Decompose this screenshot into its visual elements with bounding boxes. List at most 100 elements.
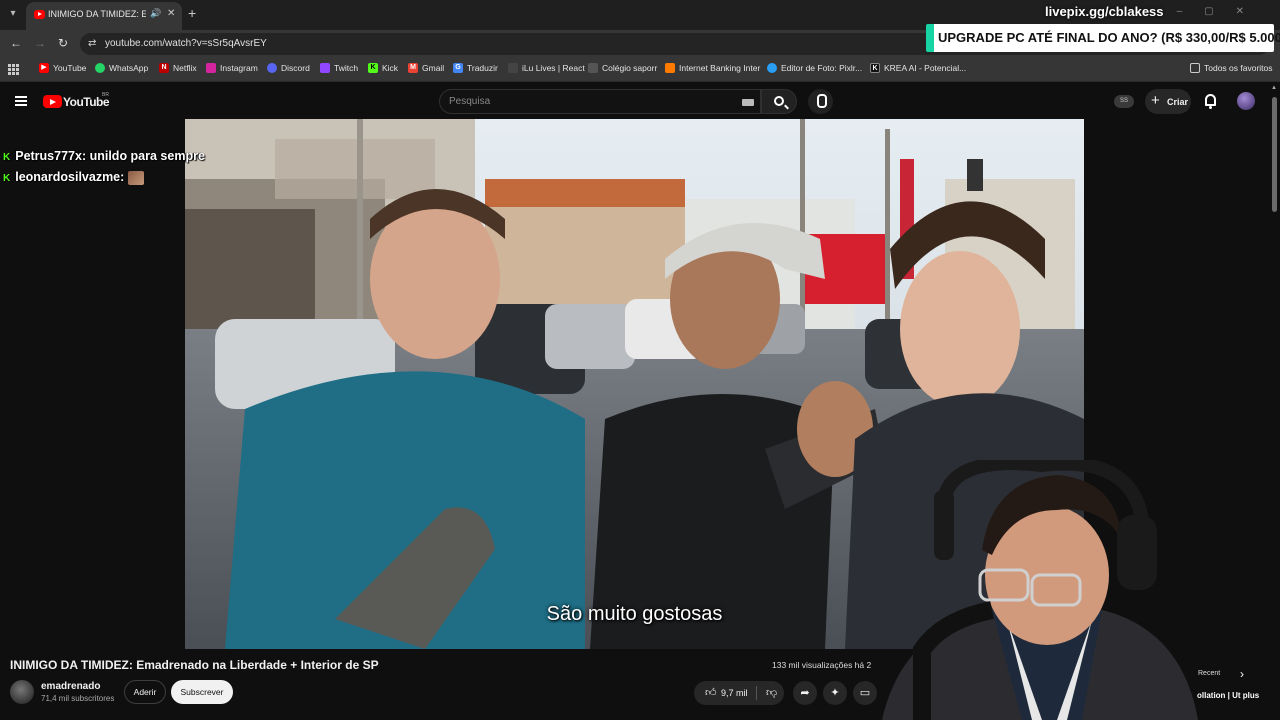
- youtube-icon: ▶: [39, 63, 49, 73]
- search-button[interactable]: [761, 89, 797, 114]
- divider: [756, 686, 757, 700]
- all-bookmarks-folder[interactable]: Todos os favoritos: [1190, 63, 1273, 73]
- inter-icon: [665, 63, 675, 73]
- youtube-favicon-icon: [34, 10, 45, 19]
- thumbs-down-icon[interactable]: 👎︎: [766, 686, 777, 699]
- tab-title: INIMIGO DA TIMIDEZ: Emadrenado na Liberd…: [48, 9, 146, 19]
- translate-icon: G: [453, 63, 463, 73]
- whatsapp-icon: [95, 63, 105, 73]
- account-avatar[interactable]: [1237, 92, 1255, 110]
- chat-emote-icon: [127, 170, 144, 185]
- recent-chip[interactable]: Recent: [1198, 670, 1220, 677]
- thumbs-up-icon[interactable]: 👍︎: [705, 686, 717, 699]
- page-icon: [508, 63, 518, 73]
- subscribe-button[interactable]: Subscrever: [171, 680, 233, 704]
- discord-icon: [267, 63, 277, 73]
- bookmark-instagram[interactable]: Instagram: [206, 63, 258, 73]
- bookmark-ilu-lives[interactable]: iLu Lives | React: [508, 63, 585, 73]
- like-dislike-group: 👍︎ 9,7 mil 👎︎: [694, 681, 784, 705]
- bookmark-krea[interactable]: K KREA AI - Potencial...: [870, 63, 966, 73]
- forward-arrow-icon[interactable]: →: [34, 36, 46, 50]
- channel-name[interactable]: emadrenado: [41, 681, 100, 692]
- netflix-icon: N: [159, 63, 169, 73]
- pixlr-icon: [767, 63, 777, 73]
- bookmark-twitch[interactable]: Twitch: [320, 63, 358, 73]
- more-actions-button[interactable]: ▭: [853, 681, 877, 705]
- chat-text: : unildo para sempre: [81, 149, 205, 163]
- share-icon: ➦: [800, 687, 810, 699]
- join-button[interactable]: Aderir: [124, 680, 166, 704]
- livepix-overlay: livepix.gg/cblakess: [1045, 4, 1164, 19]
- globe-icon: [588, 63, 598, 73]
- chat-user: Petrus777x: [15, 149, 82, 163]
- instagram-icon: [206, 63, 216, 73]
- tab-search-icon[interactable]: ▾: [4, 5, 22, 23]
- share-button[interactable]: ➦: [793, 681, 817, 705]
- scrollbar-thumb[interactable]: [1272, 97, 1277, 212]
- upgrade-goal-text: UPGRADE PC ATÉ FINAL DO ANO? (R$ 330,00/…: [938, 30, 1280, 45]
- channel-avatar[interactable]: [10, 680, 34, 704]
- upgrade-goal-banner: UPGRADE PC ATÉ FINAL DO ANO? (R$ 330,00/…: [926, 24, 1280, 52]
- youtube-header: YouTube BR Pesquisa SS + Criar: [0, 83, 1280, 119]
- chat-message: K Petrus777x: unildo para sempre: [3, 149, 205, 163]
- new-tab-button[interactable]: +: [188, 5, 196, 21]
- kick-icon: K: [368, 63, 378, 73]
- ask-button[interactable]: ✦: [823, 681, 847, 705]
- reload-icon[interactable]: ↻: [58, 36, 68, 50]
- page-scrollbar[interactable]: ▲: [1270, 83, 1280, 720]
- chevron-right-icon[interactable]: ›: [1240, 667, 1244, 681]
- like-count[interactable]: 9,7 mil: [721, 688, 748, 698]
- chat-message: Kleonardosilvazme:: [3, 170, 144, 185]
- bookmark-kick[interactable]: K Kick: [368, 63, 398, 73]
- search-input[interactable]: Pesquisa: [439, 89, 761, 114]
- bookmark-colegio[interactable]: Colégio saporr: [588, 63, 657, 73]
- bookmark-whatsapp[interactable]: WhatsApp: [95, 63, 148, 73]
- streamer-webcam: [882, 460, 1198, 720]
- site-info-icon[interactable]: ⇄: [88, 38, 96, 49]
- youtube-logo-icon[interactable]: [43, 95, 62, 108]
- screen: ▾ INIMIGO DA TIMIDEZ: Emadrenado na Libe…: [0, 0, 1280, 720]
- view-count: 133 mil visualizações há 2: [772, 660, 872, 670]
- video-title: INIMIGO DA TIMIDEZ: Emadrenado na Liberd…: [10, 658, 379, 672]
- url-text: youtube.com/watch?v=sSr5qAvsrEY: [105, 38, 267, 49]
- window-controls[interactable]: –▢✕: [1177, 6, 1266, 17]
- search-placeholder: Pesquisa: [449, 96, 491, 107]
- collab-text: ollation | Ut plus: [1197, 691, 1260, 700]
- create-label: Criar: [1167, 97, 1189, 107]
- bookmark-pixlr[interactable]: Editor de Foto: Pixlr...: [767, 63, 862, 73]
- subscriber-count: 71,4 mil subscritores: [41, 694, 115, 703]
- gmail-icon: M: [408, 63, 418, 73]
- webcam-overlay: [882, 460, 1198, 720]
- twitch-icon: [320, 63, 330, 73]
- chat-text: :: [120, 170, 125, 184]
- keyboard-icon[interactable]: [742, 99, 754, 106]
- clip-icon: ▭: [859, 687, 871, 699]
- search-icon: [774, 96, 784, 106]
- browser-tab[interactable]: INIMIGO DA TIMIDEZ: Emadrenado na Liberd…: [26, 2, 182, 30]
- bookmark-gmail[interactable]: M Gmail: [408, 63, 444, 73]
- speaker-icon[interactable]: 🔊: [150, 8, 161, 19]
- voice-search-icon[interactable]: [808, 89, 833, 114]
- region-code: BR: [102, 92, 109, 98]
- plus-icon: +: [1151, 92, 1160, 109]
- bookmark-netflix[interactable]: N Netflix: [159, 63, 197, 73]
- close-tab-icon[interactable]: ✕: [167, 8, 175, 19]
- bookmark-youtube[interactable]: ▶ YouTube: [39, 63, 86, 73]
- sparkle-icon: ✦: [830, 687, 840, 699]
- chat-user: leonardosilvazme: [15, 170, 121, 184]
- kick-icon: K: [3, 152, 11, 163]
- folder-icon: [1190, 63, 1200, 73]
- back-arrow-icon[interactable]: ←: [10, 36, 22, 50]
- ss-extension-badge[interactable]: SS: [1114, 95, 1134, 108]
- kick-icon: K: [3, 173, 11, 184]
- bookmark-discord[interactable]: Discord: [267, 63, 310, 73]
- notifications-bell-icon[interactable]: [1205, 94, 1216, 109]
- krea-icon: K: [870, 63, 880, 73]
- scroll-up-icon[interactable]: ▲: [1271, 85, 1277, 91]
- apps-grid-icon[interactable]: [8, 64, 19, 75]
- bookmark-banking-inter[interactable]: Internet Banking Inter: [665, 63, 760, 73]
- menu-icon[interactable]: [15, 96, 27, 106]
- bookmark-traduzir[interactable]: G Traduzir: [453, 63, 498, 73]
- bookmarks-bar: ▶ YouTube WhatsApp N Netflix Instagram Dis…: [0, 58, 1280, 82]
- create-button[interactable]: + Criar: [1145, 89, 1191, 114]
